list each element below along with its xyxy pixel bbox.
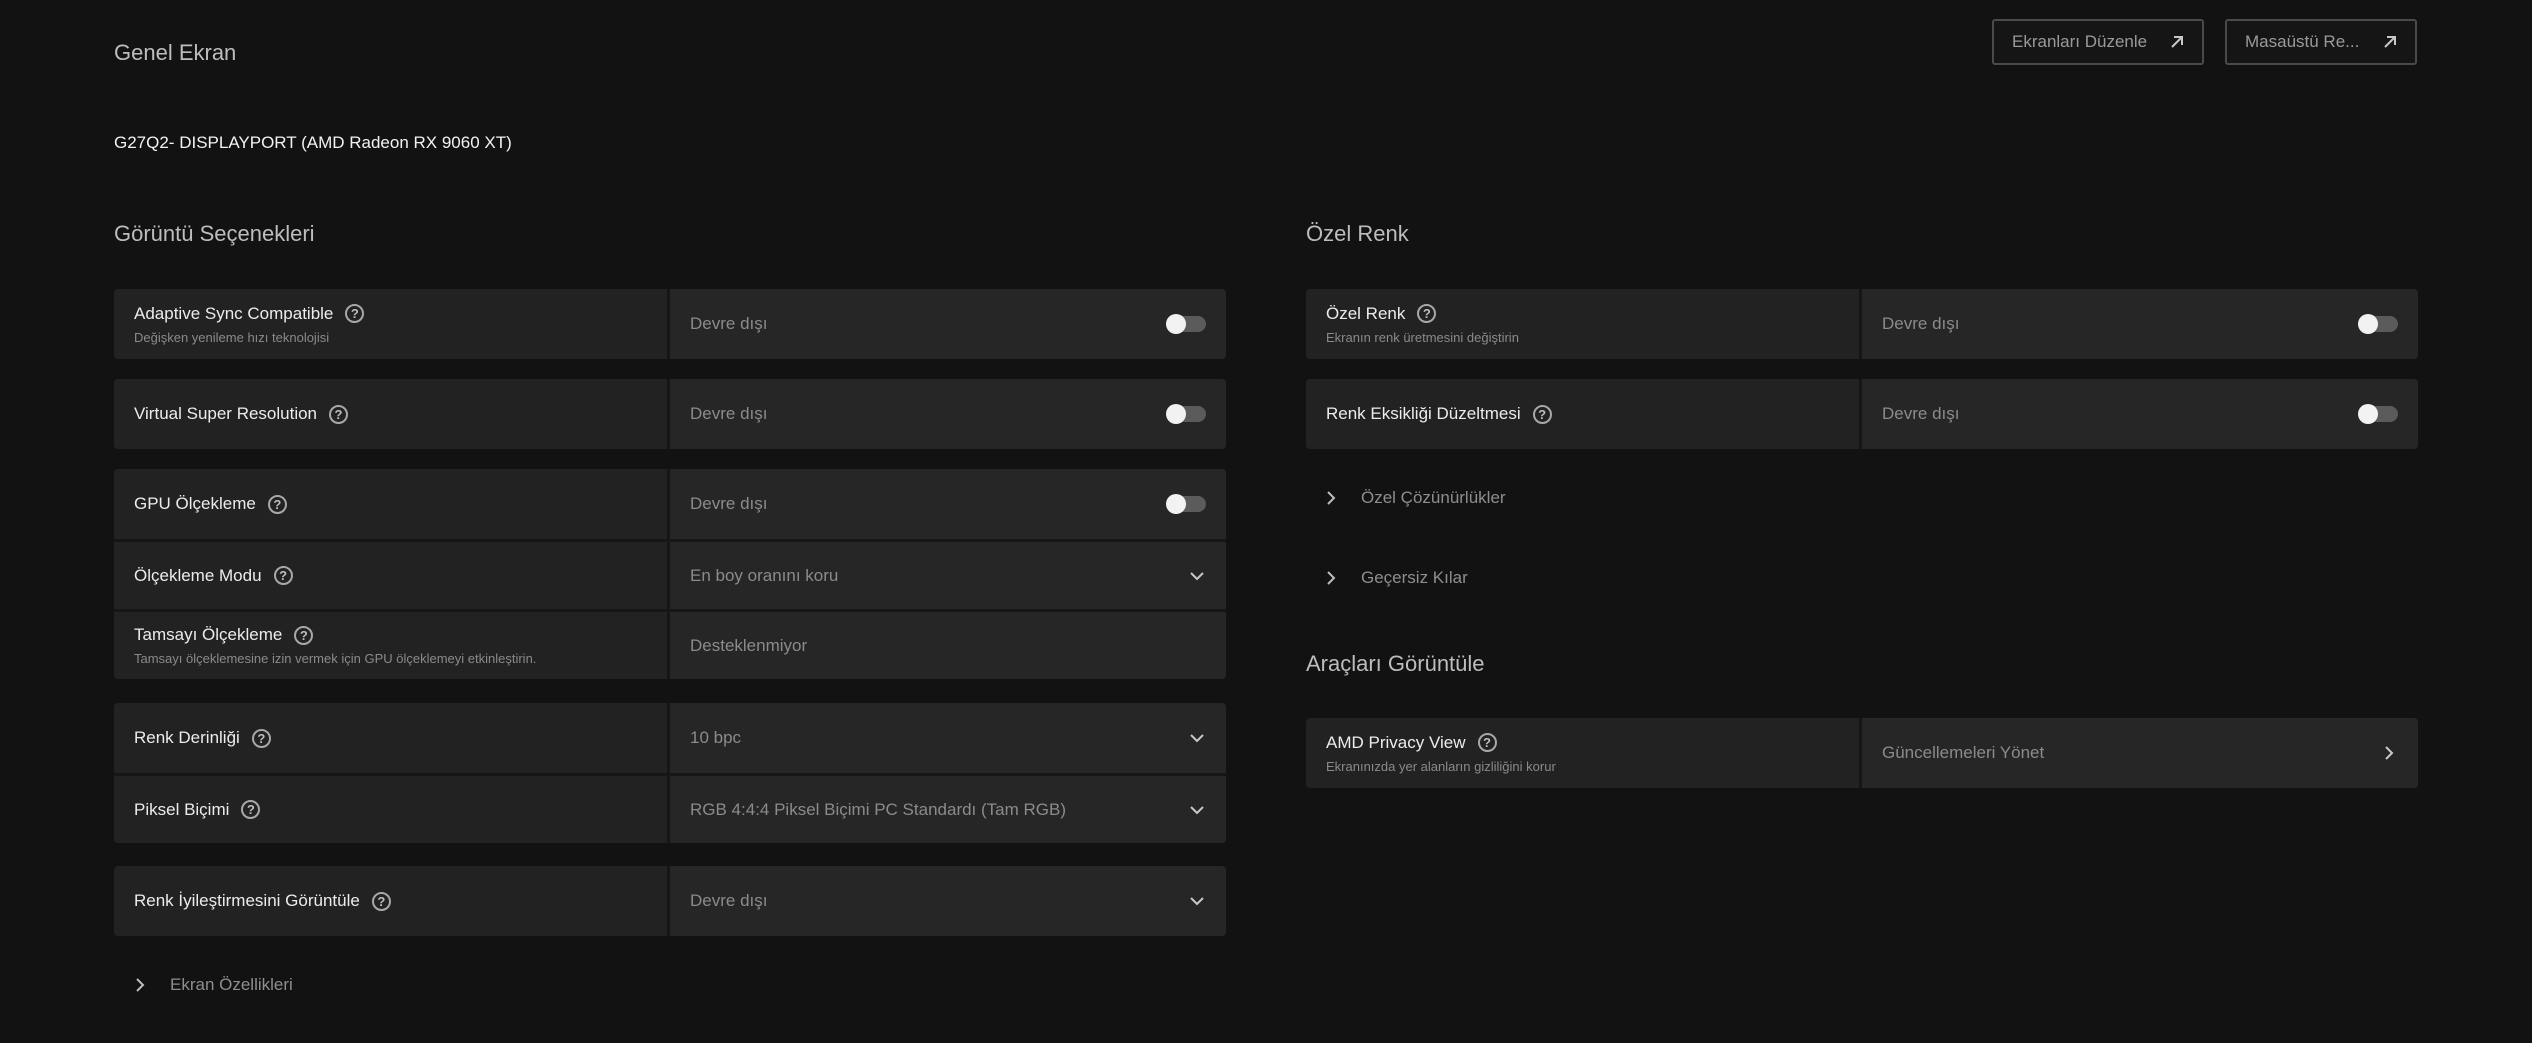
custom-resolutions-expander[interactable]: Özel Çözünürlükler xyxy=(1325,488,1506,508)
external-link-icon xyxy=(2170,35,2184,49)
color-deficiency-row: Renk Eksikliği Düzeltmesi ? Devre dışı xyxy=(1306,379,2418,449)
integer-scaling-label: Tamsayı Ölçekleme xyxy=(134,625,283,644)
custom-color-row: Özel Renk ? Ekranın renk üretmesini deği… xyxy=(1306,289,2418,359)
color-deficiency-group: Renk Eksikliği Düzeltmesi ? Devre dışı xyxy=(1306,379,2418,449)
help-icon[interactable]: ? xyxy=(267,494,287,514)
chevron-down-icon[interactable] xyxy=(1188,801,1206,819)
desktop-button[interactable]: Masaüstü Re... xyxy=(2225,19,2417,65)
help-icon[interactable]: ? xyxy=(273,566,293,585)
custom-color-label: Özel Renk xyxy=(1326,303,1406,323)
override-expander[interactable]: Geçersiz Kılar xyxy=(1325,568,1468,588)
help-icon[interactable]: ? xyxy=(329,404,349,424)
custom-color-title: Özel Renk xyxy=(1306,221,1409,246)
chevron-down-icon[interactable] xyxy=(1188,729,1206,747)
color-enhancement-row[interactable]: Renk İyileştirmesini Görüntüle ? Devre d… xyxy=(114,866,1226,936)
device-name: G27Q2- DISPLAYPORT (AMD Radeon RX 9060 X… xyxy=(114,133,512,152)
page-title: Genel Ekran xyxy=(114,40,237,65)
help-icon[interactable]: ? xyxy=(1532,404,1552,424)
help-icon[interactable]: ? xyxy=(1477,733,1497,752)
adaptive-sync-toggle[interactable] xyxy=(1166,314,1206,334)
color-format-group: Renk Derinliği ? 10 bpc Piksel Biçimi ? … xyxy=(114,703,1226,843)
vsr-value: Devre dışı xyxy=(690,404,768,423)
color-deficiency-value: Devre dışı xyxy=(1882,404,1960,423)
adaptive-sync-label: Adaptive Sync Compatible xyxy=(134,303,334,323)
integer-scaling-value: Desteklenmiyor xyxy=(690,635,808,655)
edit-displays-button[interactable]: Ekranları Düzenle xyxy=(1992,19,2204,65)
privacy-view-group: AMD Privacy View ? Ekranınızda yer alanl… xyxy=(1306,718,2418,788)
color-depth-row[interactable]: Renk Derinliği ? 10 bpc xyxy=(114,703,1226,773)
help-icon[interactable]: ? xyxy=(1417,304,1437,323)
gpu-scaling-toggle[interactable] xyxy=(1166,494,1206,514)
chevron-right-icon xyxy=(1327,571,1336,585)
help-icon[interactable]: ? xyxy=(294,625,314,645)
vsr-group: Virtual Super Resolution ? Devre dışı xyxy=(114,379,1226,449)
gpu-scaling-label: GPU Ölçekleme xyxy=(134,494,256,513)
pixel-format-label: Piksel Biçimi xyxy=(134,799,230,819)
pixel-format-row[interactable]: Piksel Biçimi ? RGB 4:4:4 Piksel Biçimi … xyxy=(114,773,1226,843)
custom-color-group: Özel Renk ? Ekranın renk üretmesini deği… xyxy=(1306,289,2418,359)
adaptive-sync-value: Devre dışı xyxy=(690,314,768,333)
gpu-scaling-row: GPU Ölçekleme ? Devre dışı xyxy=(114,469,1226,539)
color-depth-value: 10 bpc xyxy=(690,728,742,747)
manage-updates-label: Güncellemeleri Yönet xyxy=(1882,743,2045,762)
adaptive-sync-group: Adaptive Sync Compatible ? Değişken yeni… xyxy=(114,289,1226,359)
external-link-icon xyxy=(2383,35,2397,49)
custom-color-description: Ekranın renk üretmesini değiştirin xyxy=(1326,329,1519,345)
integer-scaling-description: Tamsayı ölçeklemesine izin vermek için G… xyxy=(134,651,537,666)
display-specs-label: Ekran Özellikleri xyxy=(170,975,293,994)
scaling-mode-value: En boy oranını koru xyxy=(690,565,839,585)
display-specs-expander[interactable]: Ekran Özellikleri xyxy=(134,975,293,995)
color-enhancement-group: Renk İyileştirmesini Görüntüle ? Devre d… xyxy=(114,866,1226,936)
scaling-group: GPU Ölçekleme ? Devre dışı Ölçekleme Mod… xyxy=(114,469,1226,679)
help-icon[interactable]: ? xyxy=(241,800,261,819)
display-tools-title: Araçları Görüntüle xyxy=(1306,651,1485,676)
desktop-button-label: Masaüstü Re... xyxy=(2245,32,2360,51)
help-icon[interactable]: ? xyxy=(371,891,391,911)
color-deficiency-label: Renk Eksikliği Düzeltmesi xyxy=(1326,404,1521,423)
help-icon[interactable]: ? xyxy=(345,304,365,323)
custom-color-value: Devre dışı xyxy=(1882,314,1960,333)
chevron-right-icon xyxy=(136,978,145,992)
privacy-view-row[interactable]: AMD Privacy View ? Ekranınızda yer alanl… xyxy=(1306,718,2418,788)
chevron-right-icon xyxy=(1327,491,1336,505)
scaling-mode-label: Ölçekleme Modu xyxy=(134,565,262,585)
color-depth-label: Renk Derinliği xyxy=(134,728,240,747)
override-label: Geçersiz Kılar xyxy=(1361,568,1468,587)
vsr-row: Virtual Super Resolution ? Devre dışı xyxy=(114,379,1226,449)
help-icon[interactable]: ? xyxy=(251,728,271,748)
vsr-toggle[interactable] xyxy=(1166,404,1206,424)
chevron-right-icon[interactable] xyxy=(2380,744,2398,762)
custom-resolutions-label: Özel Çözünürlükler xyxy=(1361,488,1506,507)
color-deficiency-toggle[interactable] xyxy=(2358,404,2398,424)
adaptive-sync-row: Adaptive Sync Compatible ? Değişken yeni… xyxy=(114,289,1226,359)
privacy-view-description: Ekranınızda yer alanların gizliliğini ko… xyxy=(1326,758,1556,774)
color-enhancement-value: Devre dışı xyxy=(690,891,768,910)
privacy-view-label: AMD Privacy View xyxy=(1326,732,1466,752)
pixel-format-value: RGB 4:4:4 Piksel Biçimi PC Standardı (Ta… xyxy=(690,799,1067,819)
vsr-label: Virtual Super Resolution xyxy=(134,404,318,423)
chevron-down-icon[interactable] xyxy=(1188,892,1206,910)
adaptive-sync-description: Değişken yenileme hızı teknolojisi xyxy=(134,329,330,345)
scaling-mode-row[interactable]: Ölçekleme Modu ? En boy oranını koru xyxy=(114,539,1226,609)
gpu-scaling-value: Devre dışı xyxy=(690,494,768,513)
edit-displays-label: Ekranları Düzenle xyxy=(2012,32,2148,51)
display-options-title: Görüntü Seçenekleri xyxy=(114,221,315,246)
color-enhancement-label: Renk İyileştirmesini Görüntüle xyxy=(134,891,360,910)
integer-scaling-row: Tamsayı Ölçekleme ? Tamsayı ölçeklemesin… xyxy=(114,609,1226,679)
chevron-down-icon[interactable] xyxy=(1188,567,1206,585)
custom-color-toggle[interactable] xyxy=(2358,314,2398,334)
